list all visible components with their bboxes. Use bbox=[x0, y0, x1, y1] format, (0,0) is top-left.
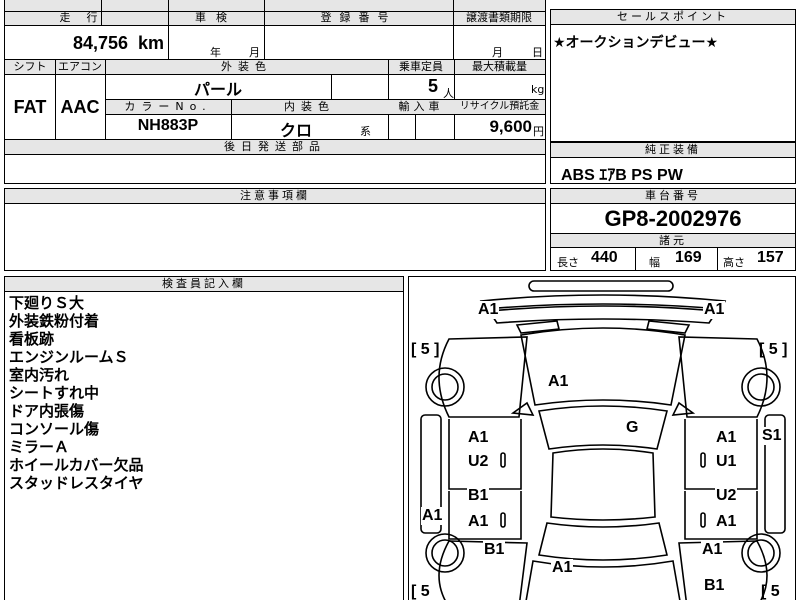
mark-rear-right-fender: A1 bbox=[701, 541, 724, 559]
inspection-label: 車検 bbox=[195, 11, 237, 24]
inspector-label: 検査員記入欄 bbox=[5, 277, 403, 292]
chassis-label: 車台番号 bbox=[551, 189, 795, 204]
color-no-value: NH883P bbox=[137, 117, 199, 134]
interior-color-suffix: 系 bbox=[360, 125, 371, 138]
car-diagram-panel: [ 5 ] [ 5 ] [ 5 [ 5 A1 A1 A1 G A1 U2 A1 … bbox=[408, 276, 796, 600]
capacity-label: 乗車定員 bbox=[399, 60, 443, 73]
inspector-note: 外装鉄粉付着 bbox=[9, 312, 100, 330]
tire-front-left: [ 5 ] bbox=[411, 341, 440, 358]
followup-parts-label: 後日発送部品 bbox=[224, 140, 326, 153]
max-load-label: 最大積載量 bbox=[472, 60, 527, 73]
mark-left-step: A1 bbox=[421, 507, 444, 525]
tire-rear-right: [ 5 bbox=[761, 583, 780, 600]
mark-front-right-door-1: A1 bbox=[715, 429, 738, 447]
inspector-note: 下廻りＳ大 bbox=[9, 294, 85, 312]
caution-panel: 注意事項欄 bbox=[4, 188, 546, 271]
mark-hood: A1 bbox=[547, 373, 570, 391]
recycle-unit: 円 bbox=[533, 125, 544, 138]
inspection-year-unit: 年 bbox=[210, 46, 221, 59]
mark-right-step: S1 bbox=[761, 427, 783, 445]
inspector-note: シートすれ中 bbox=[9, 384, 100, 402]
mark-rear-right-door-2: A1 bbox=[715, 513, 738, 531]
exterior-color-label: 外装色 bbox=[221, 60, 272, 73]
mark-windshield: G bbox=[625, 419, 640, 437]
transfer-month-unit: 月 bbox=[492, 46, 503, 59]
genuine-equipment-label: 純正装備 bbox=[551, 143, 795, 158]
import-label: 輸入車 bbox=[398, 100, 444, 113]
mark-rear-right-corner: B1 bbox=[703, 577, 726, 595]
height-label: 高さ bbox=[723, 256, 745, 269]
mileage-value-cell: 84,756 km bbox=[5, 27, 168, 59]
mark-front-right-corner: A1 bbox=[703, 301, 726, 319]
mark-rear-left-fender: B1 bbox=[483, 541, 506, 559]
inspector-note: エンジンルームＳ bbox=[9, 348, 129, 366]
length-label: 長さ bbox=[557, 256, 579, 269]
inspector-note: 看板跡 bbox=[9, 330, 55, 348]
mark-front-left-corner: A1 bbox=[477, 301, 500, 319]
mark-front-right-door-2: U1 bbox=[715, 453, 738, 471]
height-value: 157 bbox=[757, 249, 784, 266]
width-value: 169 bbox=[675, 249, 702, 266]
tire-rear-left: [ 5 bbox=[411, 583, 430, 600]
max-load-unit: kg bbox=[531, 83, 545, 96]
sales-point-label: セールスポイント bbox=[551, 10, 795, 25]
interior-color-value: クロ bbox=[279, 123, 312, 140]
mileage-unit: km bbox=[137, 33, 164, 53]
inspector-note: スタッドレスタイヤ bbox=[9, 474, 144, 492]
aircon-value: AAC bbox=[60, 97, 100, 117]
sales-point-text: ★オークションデビュー★ bbox=[553, 35, 719, 51]
mark-rear-right-door-1: U2 bbox=[715, 487, 738, 505]
color-no-label: カラーNo. bbox=[124, 100, 212, 113]
tire-front-right: [ 5 ] bbox=[759, 341, 788, 358]
transfer-label: 譲渡書類期限 bbox=[466, 11, 532, 24]
aircon-label: エアコン bbox=[58, 60, 102, 73]
inspector-note: 室内汚れ bbox=[9, 366, 70, 384]
exterior-color-value: パール bbox=[193, 82, 242, 99]
inspector-note: ミラーＡ bbox=[9, 438, 70, 456]
width-label: 幅 bbox=[649, 256, 660, 269]
inspector-note: ホイールカバー欠品 bbox=[9, 456, 144, 474]
genuine-equipment-value: ABS ｴｱB PS PW bbox=[561, 167, 683, 184]
caution-label: 注意事項欄 bbox=[5, 189, 545, 204]
mileage-label: 走行 bbox=[59, 11, 114, 24]
recycle-label: リサイクル預託金 bbox=[459, 101, 540, 112]
mark-front-left-door-1: A1 bbox=[467, 429, 490, 447]
inspector-note: ドア内張傷 bbox=[9, 402, 85, 420]
chassis-panel: 車台番号 GP8-2002976 諸元 長さ 440 幅 169 高さ 157 bbox=[550, 188, 796, 271]
inspector-note: コンソール傷 bbox=[9, 420, 100, 438]
recycle-value: 9,600 bbox=[489, 117, 532, 136]
chassis-number: GP8-2002976 bbox=[604, 206, 742, 231]
mark-rear-gate: A1 bbox=[551, 559, 574, 577]
length-value: 440 bbox=[591, 249, 618, 266]
genuine-equipment-panel: 純正装備 ABS ｴｱB PS PW bbox=[550, 142, 796, 184]
inspection-month-unit: 月 bbox=[249, 46, 260, 59]
mark-rear-left-door-2: A1 bbox=[467, 513, 490, 531]
dims-label: 諸元 bbox=[551, 233, 795, 248]
inspector-notes-list: 下廻りＳ大 外装鉄粉付着 看板跡 エンジンルームＳ 室内汚れ シートすれ中 ドア… bbox=[9, 294, 144, 492]
shift-label: シフト bbox=[13, 60, 47, 73]
mark-front-left-door-2: U2 bbox=[467, 453, 490, 471]
mileage-value: 84,756 bbox=[72, 33, 128, 53]
registration-label: 登録番号 bbox=[320, 11, 397, 24]
capacity-value: 5 bbox=[427, 76, 438, 96]
vehicle-info-grid: 走行 車検 登録番号 譲渡書類期限 84,756 km 年 月 月 日 シフト … bbox=[4, 0, 546, 184]
sales-point-panel: セールスポイント ★オークションデビュー★ bbox=[550, 9, 796, 142]
inspector-panel: 検査員記入欄 下廻りＳ大 外装鉄粉付着 看板跡 エンジンルームＳ 室内汚れ シー… bbox=[4, 276, 404, 600]
transfer-day-unit: 日 bbox=[532, 46, 543, 59]
interior-color-label: 内装色 bbox=[284, 100, 335, 113]
mark-rear-left-door-1: B1 bbox=[467, 487, 490, 505]
shift-value: FAT bbox=[13, 97, 47, 117]
